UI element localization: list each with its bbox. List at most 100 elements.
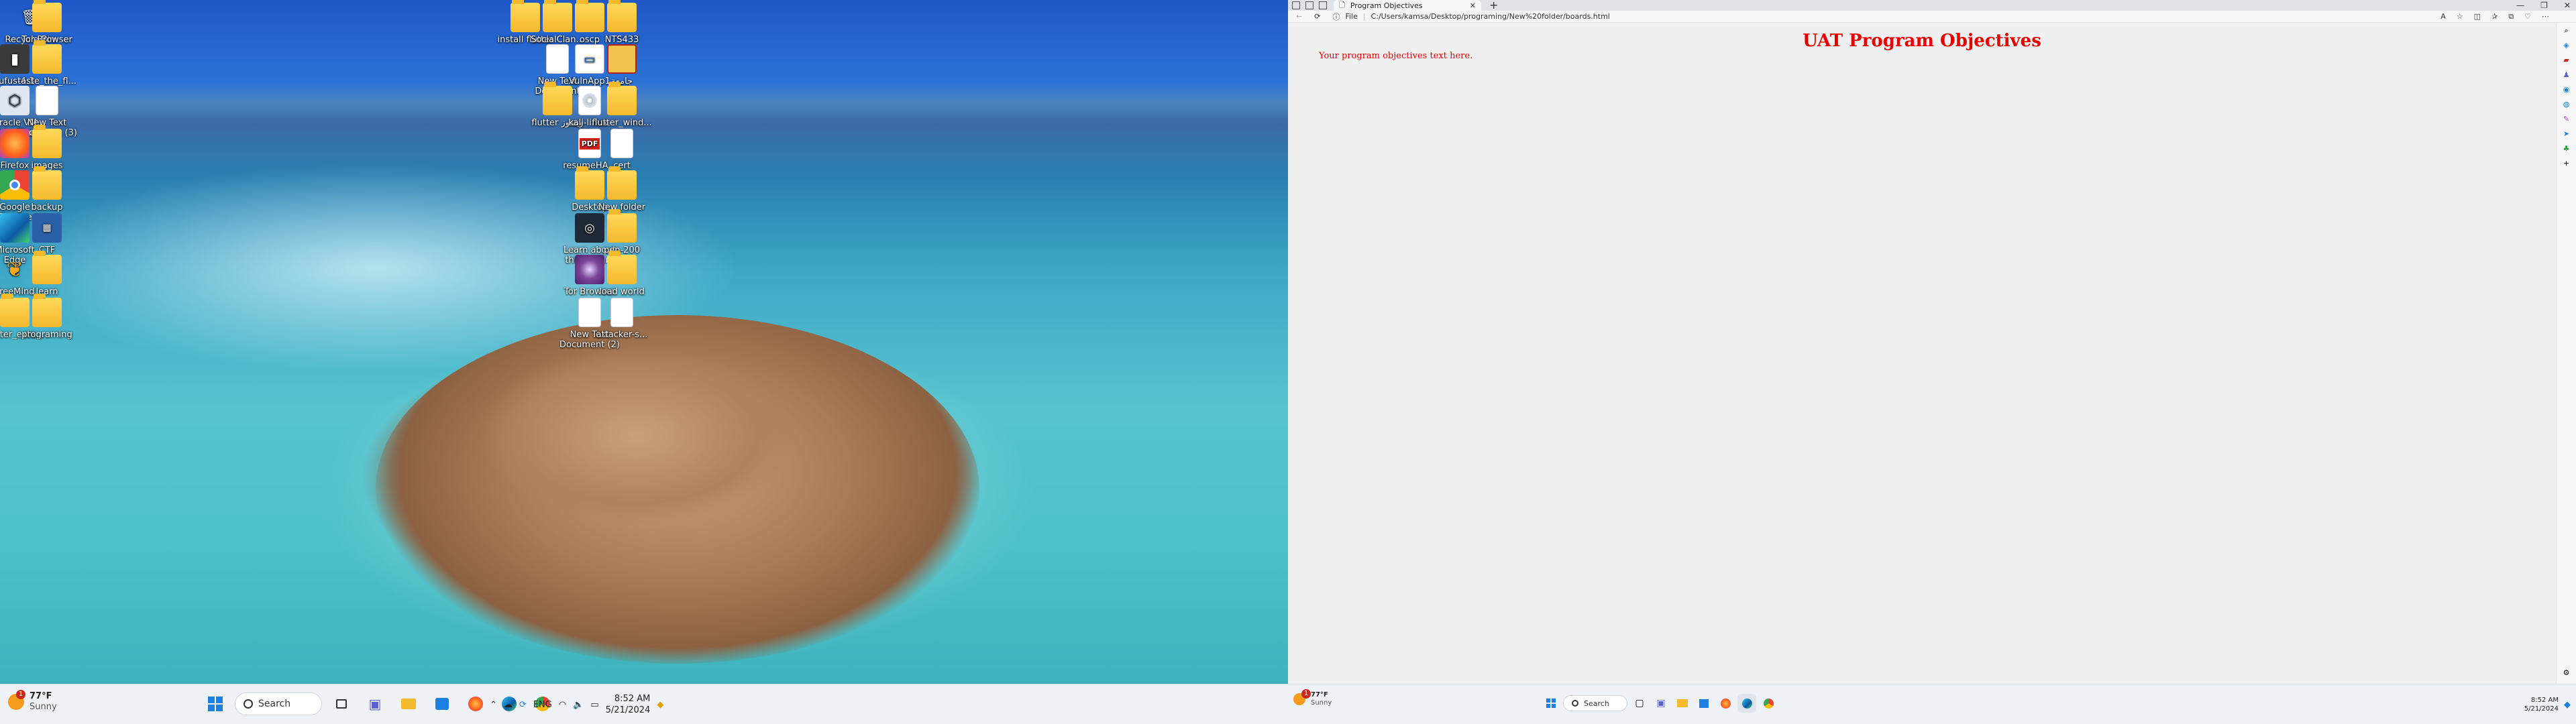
- workspaces-icon[interactable]: [1292, 1, 1300, 9]
- clock-date: 5/21/2024: [605, 705, 651, 715]
- address-bar[interactable]: ⓘ File | C:/Users/kamsa/Desktop/programi…: [1332, 11, 1609, 22]
- refresh-icon[interactable]: ⟳: [1314, 12, 1320, 21]
- close-tab-icon[interactable]: ✕: [1470, 1, 1476, 10]
- add-sidebar-app-icon[interactable]: +: [2561, 158, 2572, 169]
- store-icon: [1699, 699, 1709, 708]
- task-view-icon: ▢: [1635, 698, 1644, 709]
- address-separator: |: [1362, 12, 1366, 21]
- start-button[interactable]: [1542, 694, 1560, 713]
- file-explorer-button[interactable]: [394, 690, 423, 718]
- teams-button[interactable]: ▣: [361, 690, 389, 718]
- text-document-icon: [36, 86, 58, 115]
- firefox-icon: [1720, 698, 1731, 709]
- weather-widget[interactable]: 1 77°F Sunny: [8, 690, 57, 713]
- notification-badge: 1: [16, 690, 25, 699]
- clock[interactable]: 8:52 AM 5/21/2024: [606, 693, 651, 716]
- send-icon[interactable]: ➤: [2561, 129, 2572, 139]
- wifi-icon[interactable]: ◠: [559, 700, 566, 710]
- task-view-icon: [336, 699, 347, 709]
- taskbar-search[interactable]: Search: [1563, 695, 1627, 711]
- teams-button[interactable]: ▣: [1652, 694, 1670, 713]
- clock-time: 8:52 AM: [2530, 697, 2559, 704]
- weather-widget-secondary[interactable]: 1 77°F Sunny: [1293, 689, 1332, 707]
- volume-icon[interactable]: 🔈: [573, 700, 584, 710]
- desktop-icon-load-world[interactable]: load world: [592, 251, 652, 297]
- new-tab-button[interactable]: +: [1489, 0, 1498, 11]
- shopping-tag-icon[interactable]: ◈: [2561, 40, 2572, 51]
- info-icon[interactable]: ⓘ: [1332, 11, 1340, 22]
- taskbar-search[interactable]: Search: [235, 692, 322, 715]
- cloud-icon[interactable]: ☁: [504, 700, 513, 710]
- search-icon: [244, 699, 253, 709]
- search-icon[interactable]: ⌕: [2561, 25, 2572, 36]
- office-icon[interactable]: ◍: [2561, 99, 2572, 110]
- read-aloud-icon[interactable]: A: [2440, 12, 2446, 21]
- vertical-tabs-icon[interactable]: [1319, 1, 1327, 9]
- folder-icon: [32, 40, 62, 74]
- desktop-icon-tor-browser-folder[interactable]: Tor Browser: [17, 0, 77, 45]
- store-icon: [435, 698, 449, 710]
- desktop-icon-images[interactable]: images: [17, 125, 77, 171]
- folder-icon: [32, 0, 62, 32]
- firefox-taskbar-button[interactable]: [1716, 694, 1735, 713]
- system-tray-secondary: 8:52 AM 5/21/2024 ◆: [2524, 684, 2571, 724]
- start-button[interactable]: [201, 690, 229, 718]
- image-folder-icon: [32, 125, 62, 158]
- split-screen-icon[interactable]: ◫: [2474, 12, 2481, 21]
- battery-icon[interactable]: ▭: [590, 700, 598, 710]
- desktop-icon-backup[interactable]: backup: [17, 166, 77, 213]
- people-icon[interactable]: ♟: [2561, 70, 2572, 80]
- taskbar-secondary: 1 77°F Sunny Search ▢ ▣ 8:52 AM 5/21/2024 …: [1288, 684, 2576, 724]
- desktop-icon-arabic-university[interactable]: جامعة: [592, 44, 652, 86]
- page-body-text: Your program objectives text here.: [1319, 51, 1473, 61]
- maximize-button[interactable]: ❐: [2540, 0, 2548, 11]
- desktop-icon-flutter-windows[interactable]: flutter_wind...: [592, 82, 652, 128]
- designer-icon[interactable]: ✎: [2561, 114, 2572, 125]
- sidebar-settings-gear-icon[interactable]: ⚙: [2561, 668, 2572, 678]
- desktop-icon-taste-the-flag[interactable]: taste_the_fl...: [17, 40, 77, 86]
- firefox-taskbar-button[interactable]: [462, 690, 490, 718]
- desktop-icon-pen-200[interactable]: pen-200: [592, 209, 652, 255]
- favorites-icon[interactable]: ✰: [2491, 12, 2498, 21]
- copilot-icon[interactable]: ◆: [657, 700, 663, 710]
- url-text[interactable]: C:/Users/kamsa/Desktop/programing/New%20…: [1371, 12, 1610, 21]
- store-button[interactable]: [1695, 694, 1713, 713]
- tree-icon[interactable]: ♣: [2561, 143, 2572, 154]
- desktop-monitor-1: 🗑Recycle Bin Tor Browser ▮rufus-4.3 tast…: [0, 0, 1288, 724]
- tools-icon[interactable]: ▰: [2561, 55, 2572, 66]
- sun-icon: 1: [1293, 689, 1311, 705]
- chrome-taskbar-button[interactable]: [1759, 694, 1778, 713]
- browser-essentials-icon[interactable]: ♡: [2524, 12, 2531, 21]
- copilot-icon[interactable]: ◆: [2564, 700, 2571, 710]
- collections-toolbar-icon[interactable]: ⧉: [2508, 12, 2514, 21]
- task-view-button[interactable]: [327, 690, 356, 718]
- sync-icon[interactable]: ⟳: [519, 700, 527, 710]
- games-icon[interactable]: ◉: [2561, 84, 2572, 95]
- more-menu-icon[interactable]: ⋯: [2542, 12, 2549, 21]
- edge-taskbar-button[interactable]: [1737, 694, 1756, 713]
- desktop-icon-programing[interactable]: programing: [17, 294, 77, 340]
- taskbar-apps-secondary: Search ▢ ▣: [1542, 694, 1778, 713]
- edge-icon: [1741, 698, 1752, 709]
- tab-program-objectives[interactable]: 🗋 Program Objectives ✕: [1334, 0, 1481, 11]
- file-explorer-button[interactable]: [1673, 694, 1692, 713]
- desktop-icon-ctf[interactable]: ▦ CTF: [17, 213, 77, 255]
- sun-icon: 1: [8, 690, 25, 710]
- desktop-icon-cert[interactable]: cert: [592, 129, 652, 171]
- folder-icon: [607, 251, 637, 284]
- favorite-star-icon[interactable]: ☆: [2457, 12, 2463, 21]
- desktop-icon-nts433[interactable]: NTS433: [592, 0, 652, 45]
- task-view-button[interactable]: ▢: [1630, 694, 1649, 713]
- clock[interactable]: 8:52 AM 5/21/2024: [2524, 696, 2559, 713]
- desktop-icon-learn[interactable]: learn: [17, 251, 77, 297]
- folder-icon: [607, 0, 637, 32]
- desktop-icon-attacker[interactable]: attacker-s...: [592, 298, 652, 340]
- close-window-button[interactable]: ✕: [2564, 0, 2571, 11]
- store-button[interactable]: [428, 690, 456, 718]
- language-indicator[interactable]: ENG: [533, 700, 552, 710]
- address-bar-row: ← ⟳ ⓘ File | C:/Users/kamsa/Desktop/prog…: [1288, 11, 2576, 23]
- back-arrow-icon[interactable]: ←: [1296, 12, 1302, 21]
- chevron-up-icon[interactable]: ⌃: [490, 700, 497, 710]
- minimize-button[interactable]: —: [2516, 0, 2524, 11]
- collections-icon[interactable]: [1305, 1, 1313, 9]
